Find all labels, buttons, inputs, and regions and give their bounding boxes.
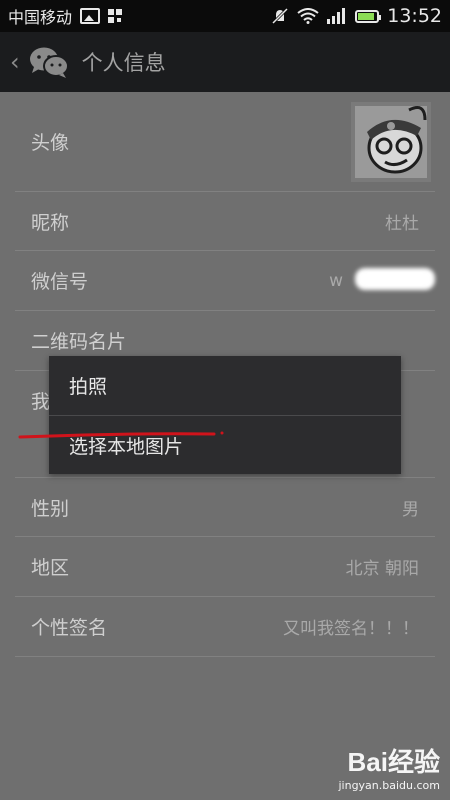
nickname-value: 杜杜 — [385, 213, 419, 234]
photo-source-menu: 拍照 选择本地图片 — [49, 356, 401, 474]
gender-row[interactable]: 性别 男 — [15, 478, 435, 537]
watermark-url: jingyan.baidu.com — [338, 779, 440, 792]
row-label: 我 — [31, 390, 51, 413]
watermark-logo: Bai经验 — [347, 747, 440, 777]
signature-value: 又叫我签名！！！ — [283, 619, 419, 639]
watermark: Bai经验 jingyan.baidu.com — [338, 742, 440, 792]
row-label: 个性签名 — [31, 617, 108, 639]
row-label: 头像 — [31, 132, 70, 154]
wechat-logo-icon — [29, 47, 69, 78]
wifi-icon — [297, 8, 319, 24]
menu-item-choose-local-image[interactable]: 选择本地图片 — [49, 415, 401, 474]
mute-icon — [272, 7, 289, 25]
row-label: 昵称 — [31, 211, 70, 234]
signature-row[interactable]: 个性签名 又叫我签名！！！ — [15, 597, 435, 657]
clock: 13:52 — [387, 5, 442, 27]
status-bar: 中国移动 13:52 — [0, 0, 450, 32]
avatar-row[interactable]: 头像 — [15, 92, 435, 192]
avatar — [351, 101, 431, 182]
gender-value: 男 — [402, 499, 419, 520]
image-notification-icon — [80, 8, 101, 24]
back-chevron-icon[interactable]: ‹ — [10, 48, 20, 76]
menu-item-take-photo[interactable]: 拍照 — [49, 356, 401, 415]
signal-icon — [327, 8, 346, 24]
row-label: 性别 — [31, 497, 70, 520]
region-value: 北京 朝阳 — [345, 559, 419, 579]
region-row[interactable]: 地区 北京 朝阳 — [15, 537, 435, 597]
carrier-label: 中国移动 — [8, 8, 73, 27]
row-label: 微信号 — [31, 271, 89, 293]
nickname-row[interactable]: 昵称 杜杜 — [15, 192, 435, 251]
battery-icon — [355, 9, 382, 23]
title-bar: ‹ 个人信息 — [0, 32, 450, 92]
row-label: 地区 — [31, 557, 70, 579]
row-label: 二维码名片 — [31, 331, 127, 353]
page-title: 个人信息 — [81, 51, 166, 75]
app-notification-icon — [108, 9, 123, 23]
wechat-id-value: w — [329, 270, 343, 291]
redaction-mark — [355, 268, 435, 290]
annotation-underline — [18, 431, 224, 439]
